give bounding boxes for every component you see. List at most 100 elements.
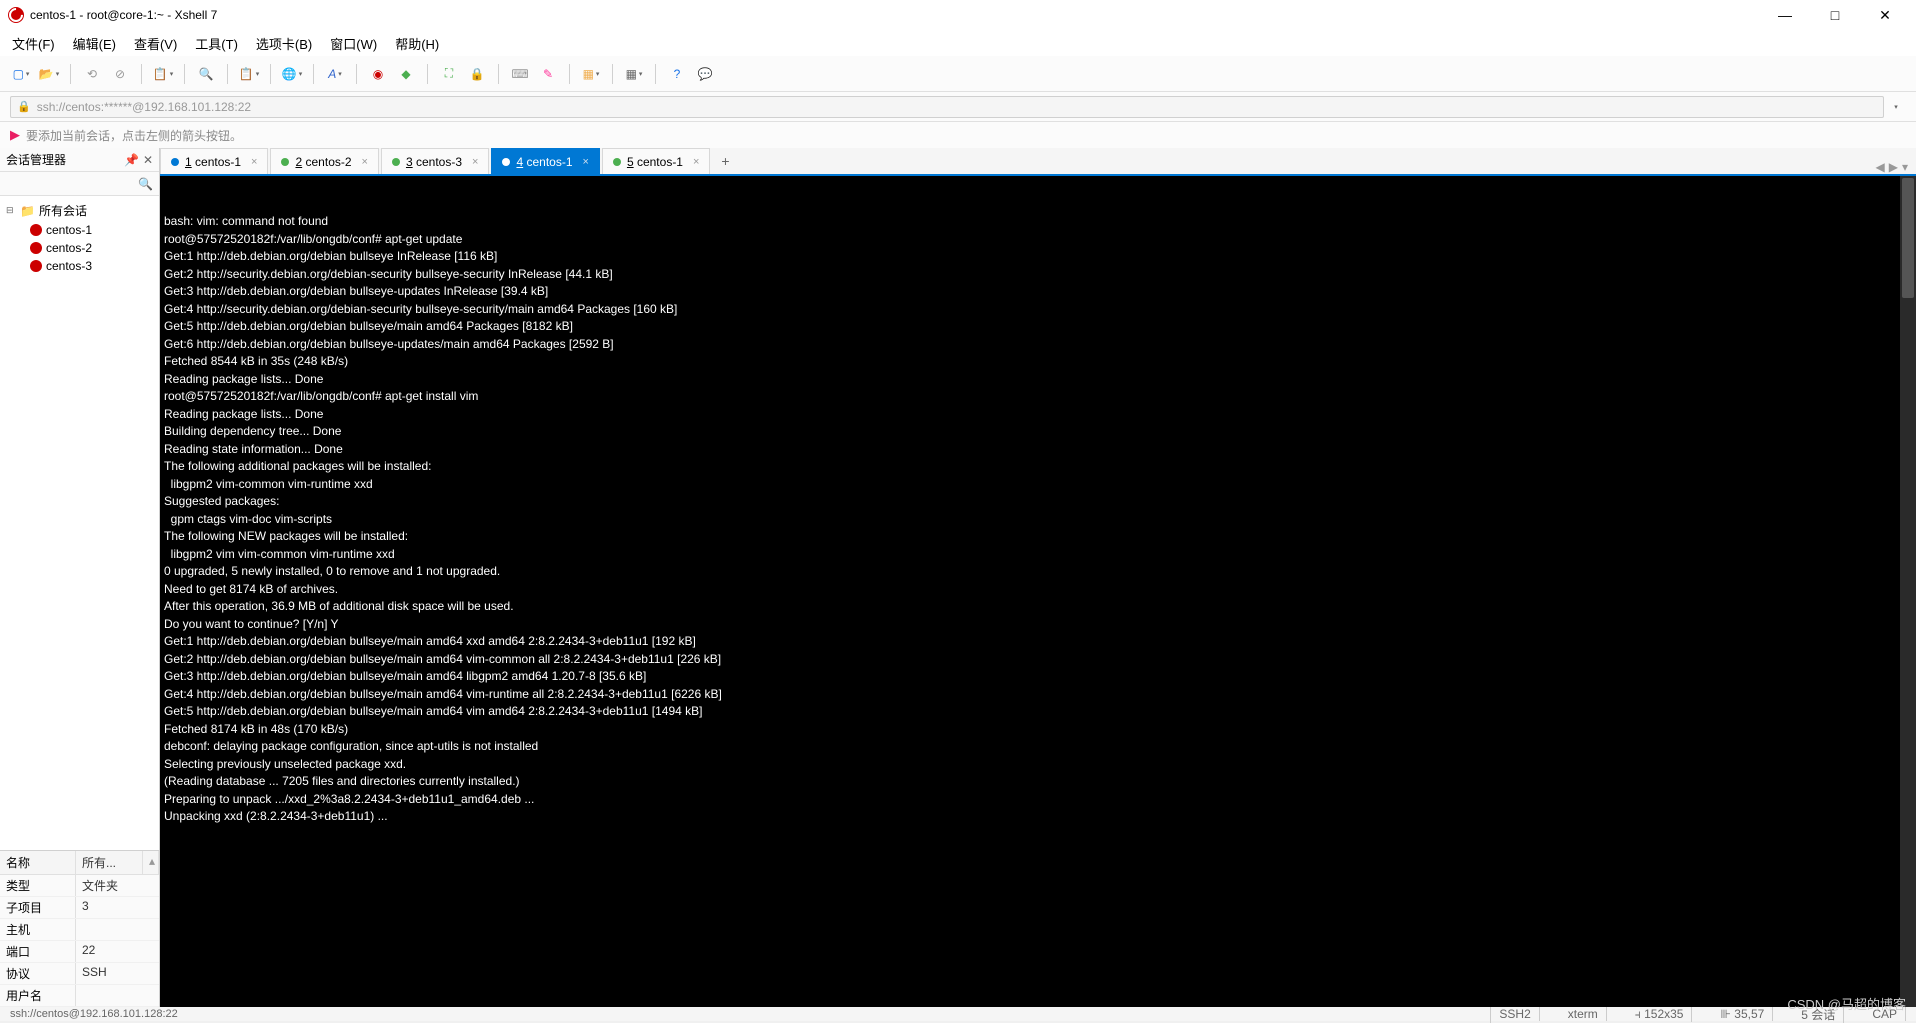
paste-button[interactable]: 📋▾ <box>238 63 260 85</box>
terminal[interactable]: bash: vim: command not found root@575725… <box>160 176 1916 1007</box>
status-dot-icon <box>171 158 179 166</box>
session-icon <box>30 260 42 272</box>
new-tab-button[interactable]: + <box>712 148 738 174</box>
tab-label: 2 centos-2 <box>295 155 351 169</box>
tab-close-button[interactable]: × <box>583 156 589 168</box>
props-row: 协议SSH <box>0 963 159 985</box>
separator <box>227 64 228 84</box>
font-button[interactable]: A▾ <box>324 63 346 85</box>
folder-icon: 📁 <box>20 204 35 218</box>
props-row: 用户名 <box>0 985 159 1007</box>
tab-close-button[interactable]: × <box>251 156 257 168</box>
tab-label: 5 centos-1 <box>627 155 683 169</box>
status-dot-icon <box>392 158 400 166</box>
status-dot-icon <box>281 158 289 166</box>
menu-tabs[interactable]: 选项卡(B) <box>256 34 312 53</box>
xftp-button[interactable]: ◆ <box>395 63 417 85</box>
help-button[interactable]: ? <box>666 63 688 85</box>
tab-label: 3 centos-3 <box>406 155 462 169</box>
session-tree: ⊟ 📁 所有会话 centos-1 centos-2 centos-3 <box>0 196 159 850</box>
titlebar: centos-1 - root@core-1:~ - Xshell 7 — □ … <box>0 0 1916 30</box>
separator <box>427 64 428 84</box>
separator <box>612 64 613 84</box>
scrollbar-thumb[interactable] <box>1902 178 1914 298</box>
tab-close-button[interactable]: × <box>693 156 699 168</box>
address-dropdown[interactable]: ▾ <box>1884 96 1906 118</box>
tree-collapse-icon[interactable]: ⊟ <box>6 205 16 216</box>
infobar-text: 要添加当前会话，点击左侧的箭头按钮。 <box>26 127 242 144</box>
xshell-button[interactable]: ◉ <box>367 63 389 85</box>
menu-help[interactable]: 帮助(H) <box>395 34 439 53</box>
reconnect-button[interactable]: ⟲ <box>81 63 103 85</box>
tab-centos-1[interactable]: 1 centos-1× <box>160 148 268 174</box>
maximize-button[interactable]: □ <box>1820 5 1850 25</box>
session-item[interactable]: centos-2 <box>0 239 159 257</box>
separator <box>270 64 271 84</box>
menu-tools[interactable]: 工具(T) <box>195 34 238 53</box>
tab-close-button[interactable]: × <box>472 156 478 168</box>
menu-view[interactable]: 查看(V) <box>134 34 177 53</box>
tab-label: 4 centos-1 <box>516 155 572 169</box>
props-val: 3 <box>76 897 159 918</box>
status-caps: CAP <box>1864 1007 1906 1021</box>
status-ssh: SSH2 <box>1491 1007 1539 1021</box>
pin-arrow-icon[interactable]: ▶ <box>10 127 20 143</box>
status-size: ⫞ 152x35 <box>1627 1007 1693 1022</box>
scroll-up-icon[interactable]: ▴ <box>143 851 159 874</box>
props-key: 协议 <box>0 963 76 984</box>
menu-window[interactable]: 窗口(W) <box>330 34 377 53</box>
status-connection: ssh://centos@192.168.101.128:22 <box>10 1008 178 1020</box>
terminal-scrollbar[interactable] <box>1900 176 1916 1007</box>
props-val: 文件夹 <box>76 875 159 896</box>
keyboard-button[interactable]: ⌨ <box>509 63 531 85</box>
fullscreen-button[interactable]: ⛶ <box>438 63 460 85</box>
tab-next-button[interactable]: ▶ <box>1889 160 1898 174</box>
tile-button[interactable]: ▦▾ <box>623 63 645 85</box>
session-icon <box>30 242 42 254</box>
props-row: 主机 <box>0 919 159 941</box>
address-field[interactable]: 🔒 ssh://centos:******@192.168.101.128:22 <box>10 96 1884 118</box>
tab-centos-1[interactable]: 5 centos-1 × <box>602 148 710 174</box>
tab-close-button[interactable]: × <box>362 156 368 168</box>
pin-icon[interactable]: 📌 <box>124 153 139 167</box>
chat-button[interactable]: 💬 <box>694 63 716 85</box>
search-button[interactable]: 🔍 <box>195 63 217 85</box>
session-item[interactable]: centos-1 <box>0 221 159 239</box>
layout-button[interactable]: ▦▾ <box>580 63 602 85</box>
tab-prev-button[interactable]: ◀ <box>1876 160 1885 174</box>
tab-list-button[interactable]: ▾ <box>1902 160 1908 174</box>
props-header-all[interactable]: 所有... <box>76 851 143 874</box>
separator <box>356 64 357 84</box>
tab-centos-2[interactable]: 2 centos-2 × <box>270 148 378 174</box>
sidebar-search[interactable]: 🔍 <box>0 172 159 196</box>
separator <box>498 64 499 84</box>
tree-root-label: 所有会话 <box>39 202 87 219</box>
session-label: centos-1 <box>46 223 92 237</box>
separator <box>569 64 570 84</box>
addressbar: 🔒 ssh://centos:******@192.168.101.128:22… <box>0 92 1916 122</box>
props-header-name[interactable]: 名称 <box>0 851 76 874</box>
session-item[interactable]: centos-3 <box>0 257 159 275</box>
tab-centos-3[interactable]: 3 centos-3 × <box>381 148 489 174</box>
sidebar-title: 会话管理器 <box>6 151 66 168</box>
props-row: 类型文件夹 <box>0 875 159 897</box>
menu-file[interactable]: 文件(F) <box>12 34 55 53</box>
minimize-button[interactable]: — <box>1770 5 1800 25</box>
lock-icon: 🔒 <box>17 100 31 113</box>
new-session-button[interactable]: ▢▾ <box>10 63 32 85</box>
disconnect-button[interactable]: ⊘ <box>109 63 131 85</box>
globe-button[interactable]: 🌐▾ <box>281 63 303 85</box>
props-key: 子项目 <box>0 897 76 918</box>
props-key: 用户名 <box>0 985 76 1006</box>
tree-root[interactable]: ⊟ 📁 所有会话 <box>0 200 159 221</box>
copy-button[interactable]: 📋▾ <box>152 63 174 85</box>
statusbar: ssh://centos@192.168.101.128:22 SSH2 xte… <box>0 1007 1916 1021</box>
panel-close-icon[interactable]: ✕ <box>143 153 153 167</box>
menu-edit[interactable]: 编辑(E) <box>73 34 116 53</box>
lock-button[interactable]: 🔒 <box>466 63 488 85</box>
open-button[interactable]: 📂▾ <box>38 63 60 85</box>
close-button[interactable]: ✕ <box>1870 5 1900 25</box>
tab-centos-1[interactable]: 4 centos-1 × <box>491 148 599 174</box>
highlight-button[interactable]: ✎ <box>537 63 559 85</box>
separator <box>655 64 656 84</box>
